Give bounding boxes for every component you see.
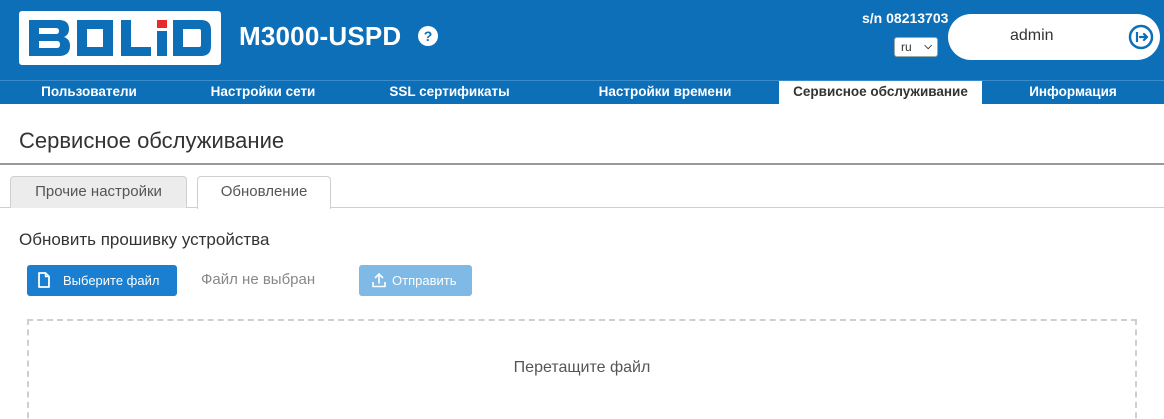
device-model: M3000-USPD — [239, 21, 402, 51]
help-icon[interactable]: ? — [418, 26, 438, 46]
page-title: Сервисное обслуживание — [19, 128, 285, 153]
nav-item-ssl[interactable]: SSL сертификаты — [348, 81, 551, 105]
bolid-logo — [19, 11, 221, 65]
language-select[interactable]: ru ⌵ — [894, 37, 938, 57]
send-label: Отправить — [392, 273, 457, 288]
tab-update[interactable]: Обновление — [197, 176, 331, 209]
user-panel: admin — [948, 14, 1160, 60]
nav-item-network[interactable]: Настройки сети — [178, 81, 348, 105]
choose-file-label: Выберите файл — [63, 273, 160, 288]
nav-item-info[interactable]: Информация — [982, 81, 1164, 105]
nav-item-time[interactable]: Настройки времени — [551, 81, 779, 105]
logout-icon[interactable] — [1128, 24, 1154, 50]
no-file-status: Файл не выбран — [201, 271, 316, 288]
nav-item-users[interactable]: Пользователи — [0, 81, 178, 105]
tab-other-settings[interactable]: Прочие настройки — [10, 176, 187, 208]
header: M3000-USPD ? s/n 08213703 ru ⌵ admin — [0, 0, 1164, 80]
send-button[interactable]: Отправить — [359, 265, 472, 296]
title-divider — [0, 163, 1164, 165]
file-dropzone[interactable]: Перетащите файл — [27, 319, 1137, 419]
dropzone-text: Перетащите файл — [513, 359, 651, 376]
chevron-down-icon: ⌵ — [924, 41, 932, 52]
choose-file-button[interactable]: Выберите файл — [27, 265, 177, 296]
section-title: Обновить прошивку устройства — [19, 230, 270, 249]
upload-icon — [372, 272, 386, 288]
user-name: admin — [1010, 27, 1054, 44]
serial-number: s/n 08213703 — [862, 10, 949, 26]
main-nav: Пользователи Настройки сети SSL сертифик… — [0, 80, 1164, 105]
nav-item-service[interactable]: Сервисное обслуживание — [779, 81, 982, 105]
language-value: ru — [901, 40, 912, 54]
file-icon — [38, 272, 50, 288]
